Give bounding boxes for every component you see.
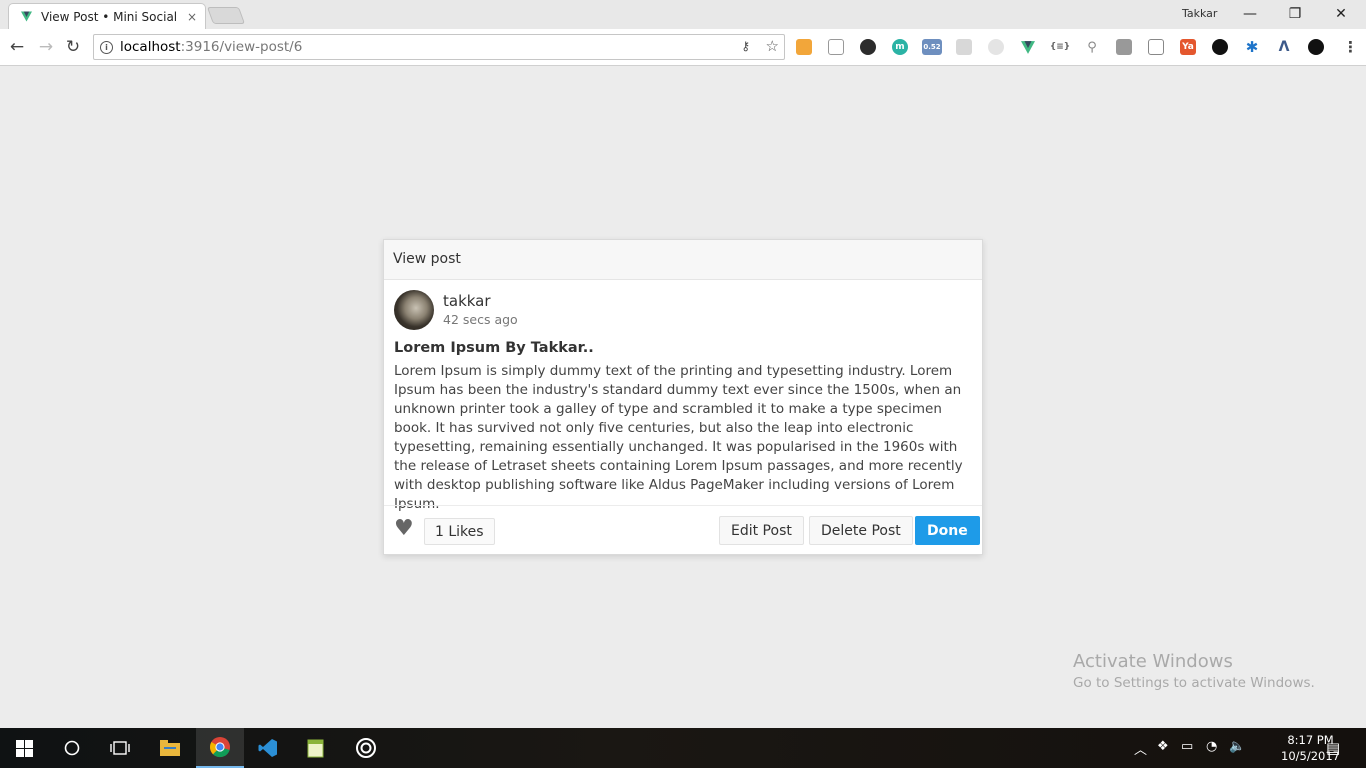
extension-window-icon[interactable] (1148, 39, 1164, 55)
extension-octocat-icon[interactable] (1308, 39, 1324, 55)
modal-footer: ♥ 1 Likes Edit Post Delete Post Done (384, 505, 982, 554)
key-icon[interactable]: ⚷ (741, 39, 750, 53)
chrome-taskbar-icon[interactable] (196, 728, 244, 768)
windows-start-icon[interactable] (0, 728, 48, 768)
tab-title: View Post • Mini Social N (41, 9, 181, 24)
post-timestamp: 42 secs ago (443, 312, 518, 327)
post-author: takkar 42 secs ago (394, 290, 518, 330)
extension-ya-icon[interactable]: Ya (1180, 39, 1196, 55)
task-view-icon[interactable] (96, 728, 144, 768)
site-info-icon[interactable]: i (100, 40, 113, 54)
back-arrow-icon[interactable]: ← (7, 37, 27, 57)
delete-post-button[interactable]: Delete Post (809, 516, 913, 545)
restore-button[interactable]: ❐ (1272, 3, 1318, 25)
view-post-modal: View post takkar 42 secs ago Lorem Ipsum… (383, 239, 983, 555)
chrome-menu-icon[interactable]: ⋮ (1343, 38, 1358, 56)
action-center-icon[interactable]: ▤ (1326, 739, 1340, 757)
extension-asterisk-icon[interactable]: ✱ (1244, 38, 1260, 56)
address-bar[interactable]: i localhost:3916/view-post/6 ⚷ ☆ (93, 34, 785, 60)
activate-windows-watermark: Activate Windows Go to Settings to activ… (1073, 651, 1315, 691)
target-app-taskbar-icon[interactable] (342, 728, 390, 768)
extension-speed-icon[interactable]: 0.52 (922, 39, 942, 55)
browser-toolbar: ← → ↻ i localhost:3916/view-post/6 ⚷ ☆ m… (0, 29, 1366, 66)
vue-favicon-icon (21, 11, 32, 22)
post-body: Lorem Ipsum is simply dummy text of the … (394, 363, 963, 512)
extension-json-icon[interactable]: {≡} (1050, 39, 1070, 55)
extension-vue-icon[interactable] (1020, 39, 1036, 55)
extension-circle-icon[interactable] (860, 39, 876, 55)
extension-search-icon[interactable]: ⚲ (1084, 39, 1100, 55)
dropbox-tray-icon[interactable]: ❖ (1157, 739, 1169, 754)
extension-disabled-icon[interactable] (988, 39, 1004, 55)
vscode-taskbar-icon[interactable] (244, 728, 292, 768)
extension-github-icon[interactable] (1212, 39, 1228, 55)
url-host: localhost (120, 39, 181, 55)
avatar[interactable] (394, 290, 434, 330)
modal-header: View post (384, 240, 982, 280)
close-window-button[interactable]: ✕ (1318, 3, 1364, 25)
volume-tray-icon[interactable]: 🔈 (1229, 739, 1245, 754)
watermark-subtitle: Go to Settings to activate Windows. (1073, 675, 1315, 691)
likes-count[interactable]: 1 Likes (424, 518, 495, 545)
extension-chat-icon[interactable] (1116, 39, 1132, 55)
extension-grid-icon[interactable] (956, 39, 972, 55)
reload-icon[interactable]: ↻ (63, 37, 83, 57)
heart-icon[interactable]: ♥ (394, 518, 414, 540)
wifi-tray-icon[interactable]: ◔ (1206, 739, 1217, 754)
tab-strip: View Post • Mini Social N × Takkar — ❐ ✕ (0, 0, 1366, 29)
extension-bookmark-icon[interactable] (796, 39, 812, 55)
bookmark-star-icon[interactable]: ☆ (766, 37, 779, 55)
forward-arrow-icon[interactable]: → (36, 37, 56, 57)
profile-name[interactable]: Takkar (1182, 7, 1217, 20)
extension-calendar-icon[interactable] (828, 39, 844, 55)
browser-tab-active[interactable]: View Post • Mini Social N × (8, 3, 206, 29)
battery-tray-icon[interactable]: ▭ (1181, 739, 1193, 754)
cortana-search-icon[interactable] (48, 728, 96, 768)
extension-m-icon[interactable]: m (892, 39, 908, 55)
extension-lambda-icon[interactable]: Λ (1276, 39, 1292, 55)
notepad-plus-taskbar-icon[interactable] (292, 728, 340, 768)
watermark-title: Activate Windows (1073, 651, 1233, 672)
edit-post-button[interactable]: Edit Post (719, 516, 804, 545)
file-explorer-icon[interactable] (146, 728, 194, 768)
new-tab-button[interactable] (206, 7, 246, 24)
tab-close-icon[interactable]: × (187, 10, 197, 24)
windows-taskbar: ︿ ❖ ▭ ◔ 🔈 8:17 PM 10/5/2017 ▤ (0, 728, 1366, 768)
minimize-button[interactable]: — (1227, 3, 1273, 25)
url-path: :3916/view-post/6 (180, 39, 303, 55)
post-title: Lorem Ipsum By Takkar.. (394, 340, 594, 356)
done-button[interactable]: Done (915, 516, 980, 545)
author-name[interactable]: takkar (443, 292, 518, 310)
tray-chevron-up-icon[interactable]: ︿ (1134, 739, 1147, 758)
